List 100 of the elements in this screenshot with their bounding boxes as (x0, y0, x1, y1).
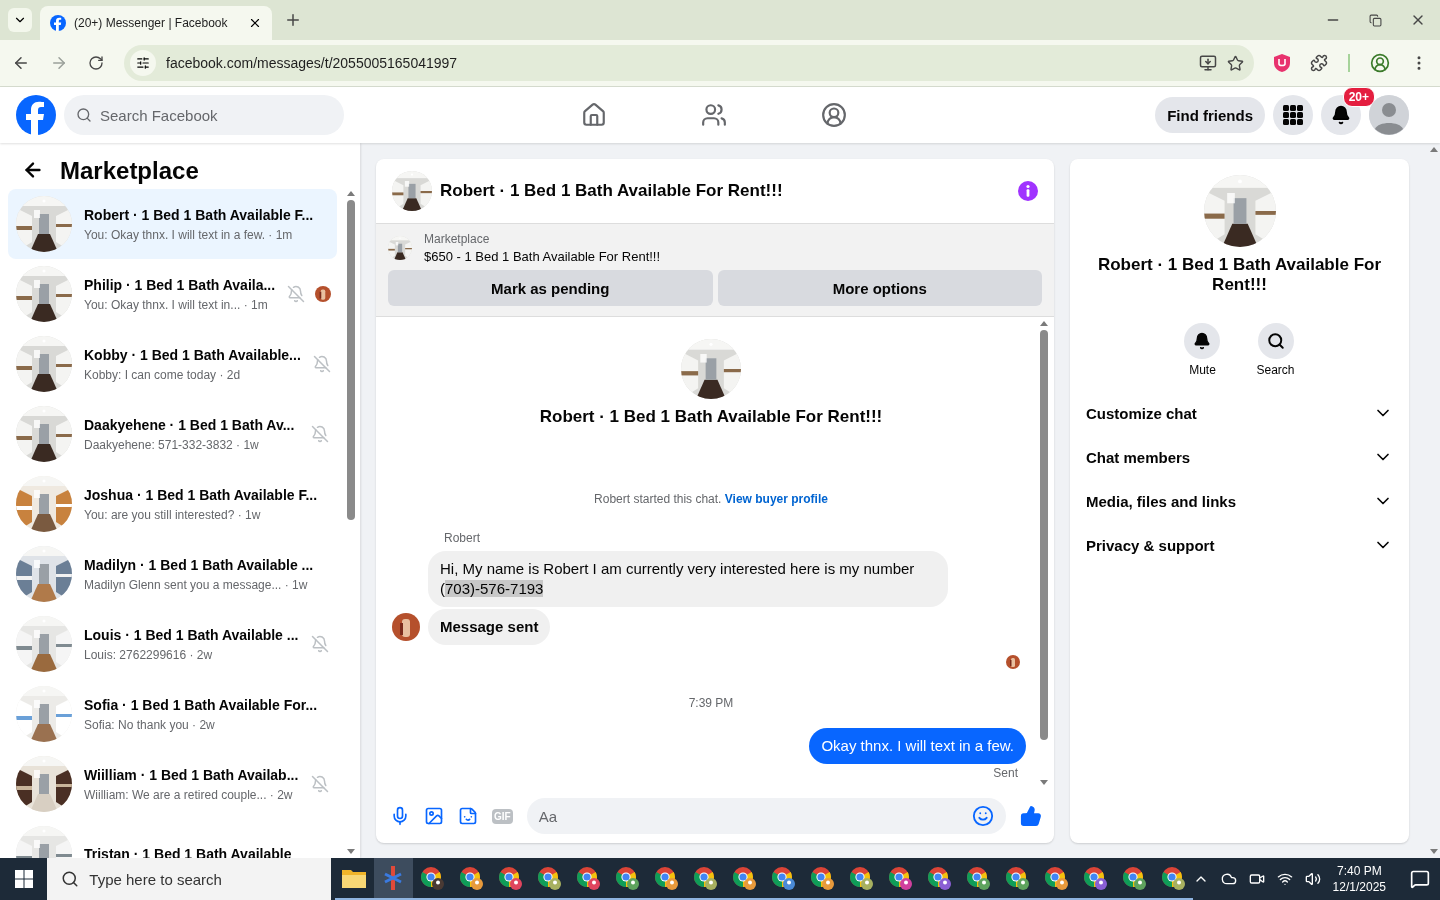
install-icon[interactable] (1199, 54, 1217, 72)
restore-icon[interactable] (1369, 13, 1382, 27)
conversation-preview: Wiilliam: We are a retired couple... · 2w (84, 786, 293, 803)
taskbar-app[interactable] (373, 858, 413, 900)
chrome-icon (848, 865, 875, 891)
conversation-title: Sofia · 1 Bed 1 Bath Available For... (84, 695, 318, 714)
facebook-logo-icon (50, 15, 66, 31)
camera-icon[interactable] (1248, 871, 1265, 887)
conversation-preview: Madilyn Glenn sent you a message... · 1w (84, 576, 308, 593)
listing-title: $650 - 1 Bed 1 Bath Available For Rent!!! (424, 249, 661, 264)
tab-list-button[interactable] (8, 8, 32, 32)
details-section[interactable]: Chat members (1086, 435, 1393, 479)
conversation-item[interactable]: Joshua · 1 Bed 1 Bath Available F... You: are you still interested? · 1w (8, 469, 337, 539)
info-icon[interactable] (1018, 181, 1038, 201)
conversation-title: Philip · 1 Bed 1 Bath Availa... (84, 275, 276, 294)
windows-logo-icon (14, 870, 33, 888)
avatar (1369, 95, 1409, 135)
chrome-icon (497, 865, 524, 891)
search-icon (61, 870, 80, 888)
conversation-item[interactable]: Daakyehene · 1 Bed 1 Bath Av... Daakyehene: 571-332-3832 · 1w (8, 399, 337, 469)
conversation-preview: You: Okay thnx. I will text in... · 1m (84, 296, 268, 313)
chrome-icon (1004, 865, 1031, 891)
browser-tab[interactable]: (20+) Messenger | Facebook (40, 6, 272, 40)
scrollbar-thumb[interactable] (1040, 330, 1048, 740)
site-settings-button[interactable] (130, 50, 156, 76)
close-icon[interactable] (248, 16, 262, 30)
conversation-preview: You: Okay thnx. I will text in a few. · 1m (84, 226, 293, 243)
scrollbar-thumb[interactable] (347, 200, 355, 520)
taskbar-search-field[interactable]: Type here to search (47, 858, 331, 900)
find-friends-button[interactable]: Find friends (1155, 97, 1265, 133)
buyer-profile-link[interactable]: View buyer profile (724, 492, 828, 506)
cloud-icon[interactable] (1220, 871, 1237, 887)
sliders-icon (136, 56, 150, 70)
message-input[interactable]: Aa (526, 798, 1006, 834)
chrome-icon (419, 865, 446, 891)
search-icon (1266, 332, 1285, 350)
message-bubble: Message sent (428, 609, 551, 645)
facebook-logo-icon[interactable] (16, 95, 56, 135)
microphone-icon[interactable] (390, 806, 410, 826)
conversation-item[interactable]: Louis · 1 Bed 1 Bath Available ... Louis: 2762299616 · 2w (8, 609, 337, 679)
profile-icon[interactable] (1370, 53, 1390, 73)
conversation-title: Joshua · 1 Bed 1 Bath Available F... (84, 485, 318, 504)
user-circle-icon[interactable] (821, 102, 847, 128)
chat-intro-text: Robert started this chat. View buyer profile (594, 492, 828, 506)
conversation-title: Wiilliam · 1 Bed 1 Bath Availab... (84, 765, 299, 784)
chrome-icon (1082, 865, 1109, 891)
notification-center-icon[interactable] (1410, 869, 1430, 889)
bell-icon (1193, 332, 1212, 350)
clock[interactable]: 7:40 PM 12/1/2025 (1332, 863, 1386, 895)
conversation-item[interactable]: Sofia · 1 Bed 1 Bath Available For... Sofia: No thank you · 2w (8, 679, 337, 749)
details-section[interactable]: Privacy & support (1086, 523, 1393, 567)
sender-avatar (392, 613, 420, 641)
conversation-preview: Sofia: No thank you · 2w (84, 716, 215, 733)
chrome-icon (731, 865, 758, 891)
friends-icon[interactable] (701, 102, 727, 128)
chrome-icon (1160, 865, 1187, 891)
chrome-icon (809, 865, 836, 891)
chrome-icon (770, 865, 797, 891)
conversation-item[interactable]: Robert · 1 Bed 1 Bath Available F... You: Okay thnx. I will text in a few. · 1m (8, 189, 337, 259)
conversation-preview: Kobby: I can come today · 2d (84, 366, 241, 383)
plus-icon[interactable] (284, 11, 302, 29)
conversation-item[interactable]: Kobby · 1 Bed 1 Bath Available... Kobby: I can come today · 2d (8, 329, 337, 399)
conversation-item[interactable]: Wiilliam · 1 Bed 1 Bath Availab... Wiilliam: We are a retired couple... · 2w (8, 749, 337, 819)
chat-title: Robert · 1 Bed 1 Bath Available For Rent!!! (440, 181, 784, 201)
conversation-title: Madilyn · 1 Bed 1 Bath Available ... (84, 555, 314, 574)
thumbs-up-icon[interactable] (1020, 805, 1042, 827)
star-icon[interactable] (1227, 54, 1244, 72)
message-bubble: Hi, My name is Robert I am currently very interested here is my number (703)-576-7193 (428, 551, 948, 607)
sticker-icon[interactable] (458, 806, 478, 826)
extensions-icon[interactable] (1310, 54, 1328, 72)
conversation-item[interactable]: Philip · 1 Bed 1 Bath Availa... You: Okay thnx. I will text in... · 1m (8, 259, 337, 329)
listing-action-button[interactable]: Mark as pending (388, 270, 713, 306)
reload-icon[interactable] (88, 55, 104, 71)
chrome-icon (965, 865, 992, 891)
emoji-icon[interactable] (972, 805, 994, 827)
address-bar[interactable]: facebook.com/messages/t/2055005165041997 (124, 45, 1254, 81)
chrome-icon (653, 865, 680, 891)
url-text: facebook.com/messages/t/2055005165041997 (166, 55, 459, 71)
conversation-title: Louis · 1 Bed 1 Bath Available ... (84, 625, 299, 644)
home-icon[interactable] (581, 102, 607, 128)
seen-avatar (1006, 655, 1020, 669)
listing-action-button[interactable]: More options (717, 270, 1042, 306)
sender-name: Robert (444, 531, 481, 545)
chat-intro-title: Robert · 1 Bed 1 Bath Available For Rent!!! (539, 407, 883, 427)
folder-icon (342, 868, 367, 888)
apps-menu-button[interactable] (1273, 95, 1313, 135)
details-section[interactable]: Media, files and links (1086, 479, 1393, 523)
listing-label: Marketplace (424, 232, 491, 246)
notification-badge: 20+ (1342, 87, 1375, 107)
conversation-title: Kobby · 1 Bed 1 Bath Available... (84, 345, 301, 364)
details-section[interactable]: Customize chat (1086, 391, 1393, 435)
shield-icon (1274, 54, 1290, 72)
account-button[interactable] (1369, 95, 1409, 135)
image-icon[interactable] (424, 806, 444, 826)
conversation-item[interactable]: Madilyn · 1 Bed 1 Bath Available ... Madilyn Glenn sent you a message... · 1w (8, 539, 337, 609)
search-field[interactable]: Search Facebook (64, 95, 344, 135)
message-bubble: Okay thnx. I will text in a few. (809, 728, 1026, 764)
details-title: Robert · 1 Bed 1 Bath Available For Rent!!! (1096, 255, 1383, 295)
wifi-icon[interactable] (1276, 871, 1293, 887)
volume-icon[interactable] (1304, 871, 1321, 887)
